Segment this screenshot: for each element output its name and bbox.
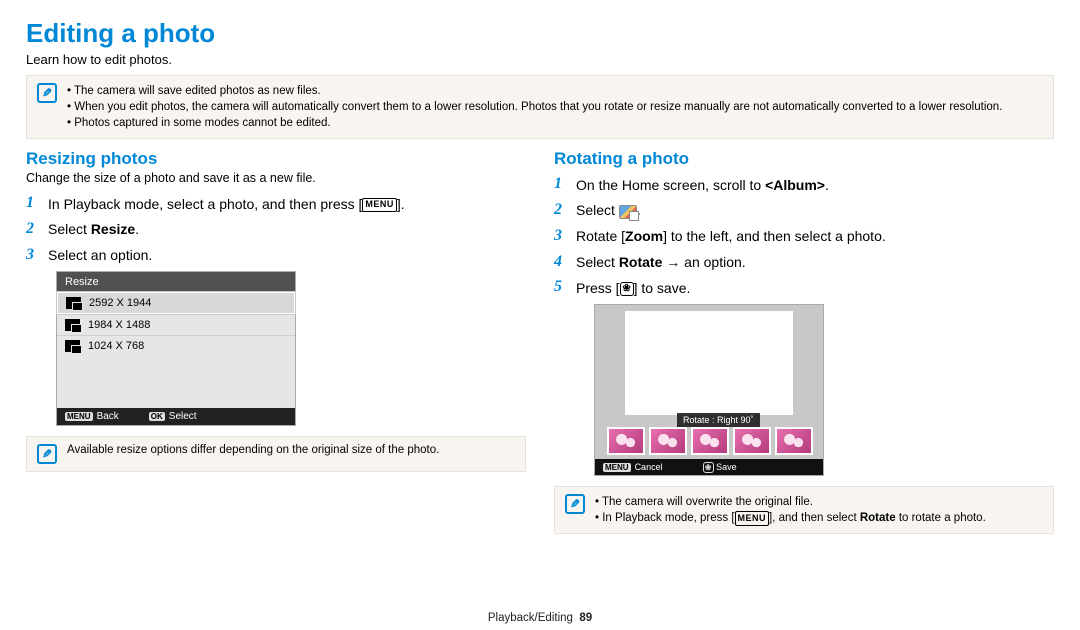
size-icon: [65, 340, 80, 352]
step-number: 3: [26, 245, 40, 266]
section-subtitle-resizing: Change the size of a photo and save it a…: [26, 171, 526, 185]
thumbnail-strip: [607, 427, 813, 455]
menu-badge-icon: MENU: [362, 198, 397, 212]
step-number: 1: [26, 193, 40, 214]
step-bold: <Album>: [765, 177, 825, 193]
thumbnail[interactable]: [649, 427, 687, 455]
page-subtitle: Learn how to edit photos.: [26, 52, 1054, 67]
top-note-list: The camera will save edited photos as ne…: [67, 83, 1002, 131]
save-label: Save: [716, 462, 737, 472]
menu-tag: MENU: [65, 412, 93, 421]
resize-option[interactable]: 1984 X 1488: [57, 314, 295, 335]
footer-page-number: 89: [579, 612, 592, 624]
menu-badge-icon: MENU: [735, 511, 770, 526]
right-column: Rotating a photo 1 On the Home screen, s…: [554, 149, 1054, 544]
ok-tag: OK: [149, 412, 165, 421]
note-icon: [37, 83, 57, 103]
step-bold: Resize: [91, 221, 135, 237]
rotate-ui-mock: Rotate : Right 90˚ MENU Cancel Save: [594, 304, 824, 476]
size-icon: [66, 297, 81, 309]
select-label: Select: [169, 411, 197, 422]
resize-option-label: 1024 X 768: [88, 340, 144, 352]
resize-option-label: 1984 X 1488: [88, 319, 150, 331]
footer-section: Playback/Editing: [488, 612, 573, 624]
note-item: When you edit photos, the camera will au…: [67, 99, 1002, 115]
top-note-box: The camera will save edited photos as ne…: [26, 75, 1054, 139]
step-text: Press [: [576, 280, 620, 296]
resize-ui-footer: MENU Back OK Select: [57, 408, 295, 425]
left-column: Resizing photos Change the size of a pho…: [26, 149, 526, 544]
note-icon: [37, 444, 57, 464]
rotate-ui-footer: MENU Cancel Save: [595, 459, 823, 475]
macro-icon: [703, 462, 714, 473]
resize-option-selected[interactable]: 2592 X 1944: [57, 292, 295, 314]
step-text: → an option.: [662, 254, 745, 270]
step-text: Select: [576, 254, 619, 270]
step-text: ].: [397, 196, 405, 212]
right-note-box: The camera will overwrite the original f…: [554, 486, 1054, 534]
resizing-steps: 1 In Playback mode, select a photo, and …: [26, 193, 526, 265]
rotate-label: Rotate : Right 90˚: [677, 413, 760, 427]
step-number: 2: [26, 219, 40, 240]
thumbnail[interactable]: [733, 427, 771, 455]
step-text: Select: [48, 221, 91, 237]
right-note-list: The camera will overwrite the original f…: [595, 494, 986, 526]
step-text: ] to save.: [634, 280, 691, 296]
step-2: 2 Select .: [554, 200, 1054, 221]
step-text: .: [135, 221, 139, 237]
step-bold: Zoom: [625, 228, 663, 244]
note-item: The camera will overwrite the original f…: [595, 494, 986, 510]
album-icon: [619, 205, 637, 219]
step-4: 4 Select Rotate → an option.: [554, 252, 1054, 273]
step-text: Rotate [: [576, 228, 625, 244]
step-1: 1 In Playback mode, select a photo, and …: [26, 193, 526, 214]
step-number: 3: [554, 226, 568, 247]
menu-tag: MENU: [603, 463, 631, 472]
cancel-label: Cancel: [635, 462, 663, 472]
resize-option[interactable]: 1024 X 768: [57, 335, 295, 356]
note-icon: [565, 494, 585, 514]
thumbnail[interactable]: [775, 427, 813, 455]
back-label: Back: [97, 411, 119, 422]
step-text: Select an option.: [48, 246, 152, 264]
thumbnail[interactable]: [691, 427, 729, 455]
rotating-steps: 1 On the Home screen, scroll to <Album>.…: [554, 174, 1054, 298]
page-footer: Playback/Editing 89: [0, 612, 1080, 624]
page-title: Editing a photo: [26, 18, 1054, 49]
step-text: On the Home screen, scroll to: [576, 177, 765, 193]
step-text: In Playback mode, select a photo, and th…: [48, 196, 362, 212]
step-number: 4: [554, 252, 568, 273]
step-number: 5: [554, 277, 568, 298]
step-text: Select: [576, 202, 619, 218]
section-title-rotating: Rotating a photo: [554, 149, 1054, 169]
thumbnail[interactable]: [607, 427, 645, 455]
step-1: 1 On the Home screen, scroll to <Album>.: [554, 174, 1054, 195]
macro-icon: [620, 282, 634, 296]
size-icon: [65, 319, 80, 331]
step-2: 2 Select Resize.: [26, 219, 526, 240]
step-bold: Rotate: [619, 254, 663, 270]
step-number: 2: [554, 200, 568, 221]
step-3: 3 Select an option.: [26, 245, 526, 266]
section-title-resizing: Resizing photos: [26, 149, 526, 169]
note-item: In Playback mode, press [MENU], and then…: [595, 510, 986, 526]
resize-ui-header: Resize: [57, 272, 295, 292]
step-text: .: [825, 177, 829, 193]
left-footnote: Available resize options differ dependin…: [67, 444, 439, 456]
rotate-canvas: [625, 311, 793, 415]
step-text: ] to the left, and then select a photo.: [663, 228, 886, 244]
resize-ui-mock: Resize 2592 X 1944 1984 X 1488 1024 X 76…: [56, 271, 296, 426]
step-5: 5 Press [ ] to save.: [554, 277, 1054, 298]
step-number: 1: [554, 174, 568, 195]
note-item: The camera will save edited photos as ne…: [67, 83, 1002, 99]
step-3: 3 Rotate [Zoom] to the left, and then se…: [554, 226, 1054, 247]
left-footnote-box: Available resize options differ dependin…: [26, 436, 526, 472]
note-item: Photos captured in some modes cannot be …: [67, 115, 1002, 131]
resize-option-label: 2592 X 1944: [89, 297, 151, 309]
